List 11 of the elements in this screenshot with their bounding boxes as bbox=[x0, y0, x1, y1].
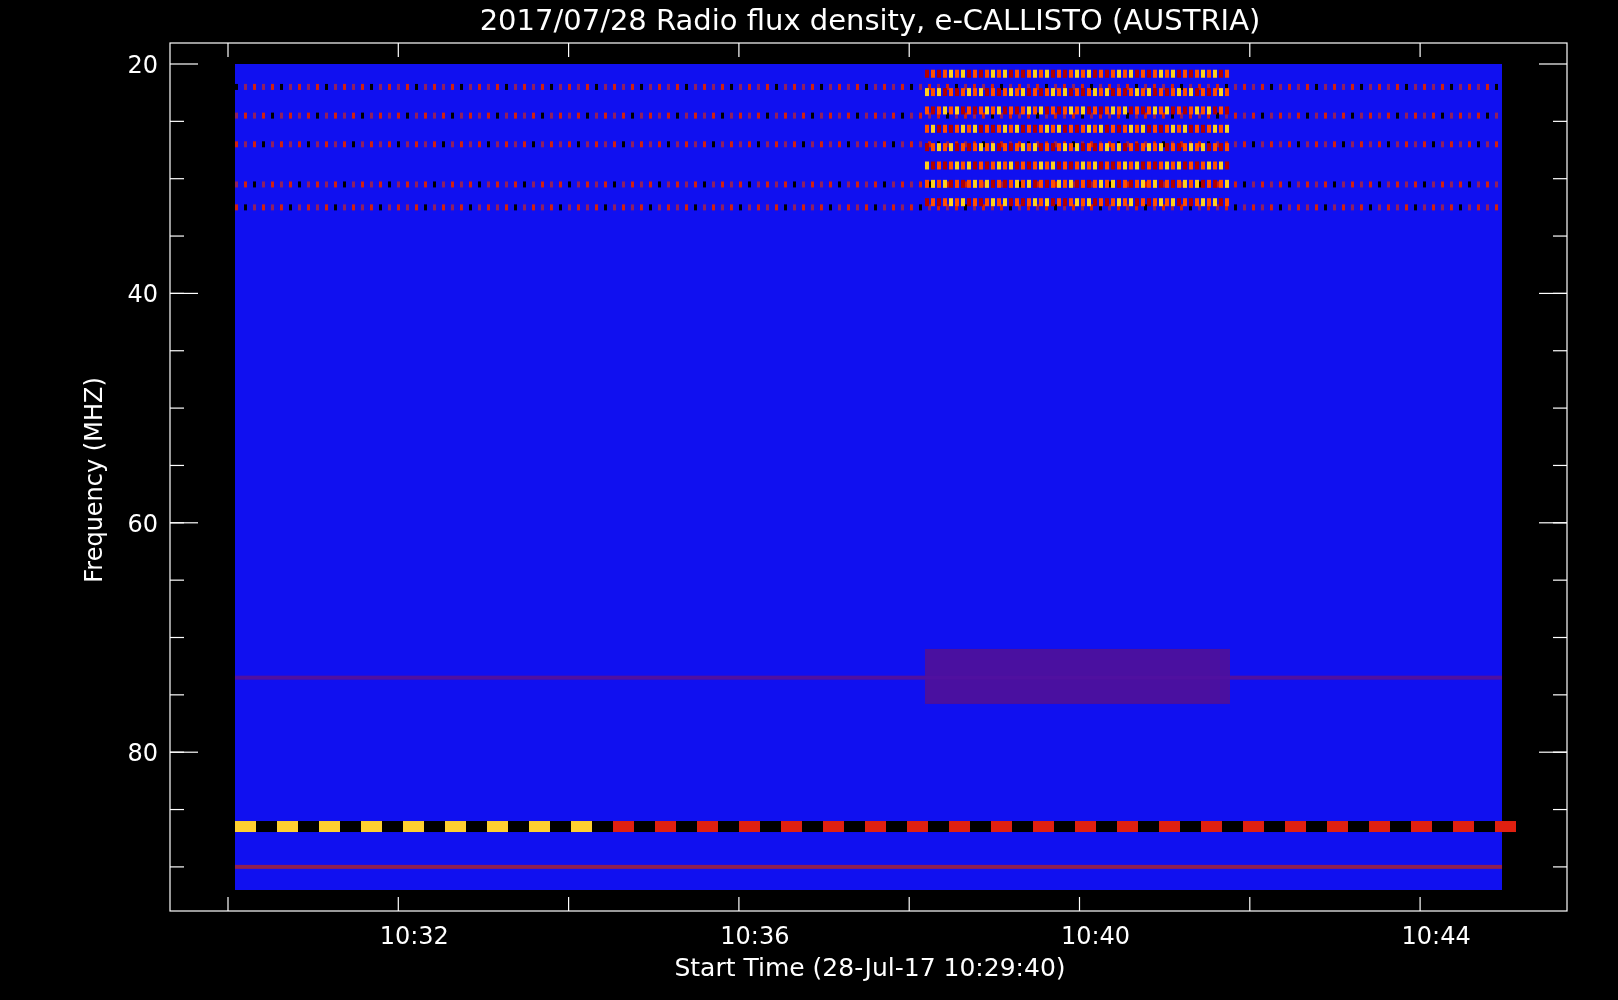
axis-tick-label: 10:44 bbox=[1401, 922, 1471, 950]
axis-tick-label: 10:36 bbox=[720, 922, 790, 950]
axis-tick-label: 80 bbox=[127, 739, 158, 768]
axis-tick-label: 40 bbox=[127, 280, 158, 309]
axis-tick-label: 20 bbox=[127, 51, 158, 79]
axis-tick-label: 60 bbox=[127, 509, 158, 538]
axis-label: Start Time (28-Jul-17 10:29:40) bbox=[674, 953, 1066, 982]
axis-tick-label: 10:40 bbox=[1060, 922, 1131, 950]
axis-tick-label: 10:32 bbox=[379, 922, 449, 950]
chart-title: 2017/07/28 Radio flux density, e-CALLISTO (AUSTRIA) bbox=[479, 3, 1261, 37]
axis-label: Frequency (MHZ) bbox=[80, 377, 108, 583]
